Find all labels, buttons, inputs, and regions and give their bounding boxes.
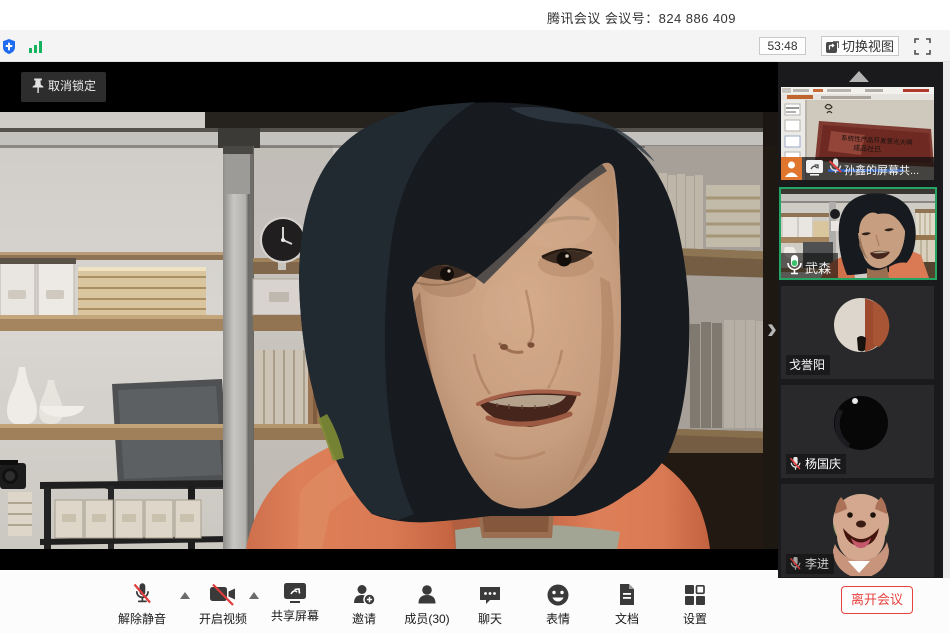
svg-text:武森: 武森 bbox=[805, 261, 831, 276]
svg-text:孙鑫的屏幕共...: 孙鑫的屏幕共... bbox=[844, 163, 919, 177]
